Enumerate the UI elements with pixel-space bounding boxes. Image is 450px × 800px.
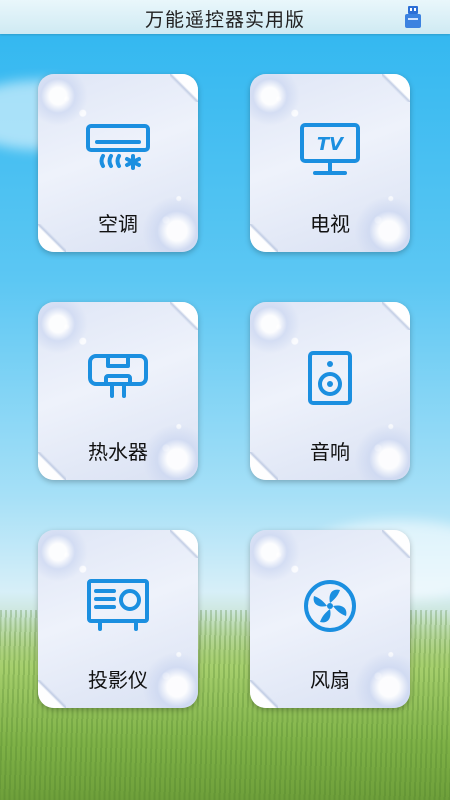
title-bar: 万能遥控器实用版 xyxy=(0,0,450,34)
tile-air-conditioner[interactable]: 空调 xyxy=(38,74,198,252)
fan-icon xyxy=(304,580,356,632)
projector-icon xyxy=(87,579,149,631)
speaker-icon xyxy=(308,351,352,405)
usb-icon[interactable] xyxy=(402,5,424,29)
tile-projector[interactable]: 投影仪 xyxy=(38,530,198,708)
tile-fan[interactable]: 风扇 xyxy=(250,530,410,708)
tile-speaker[interactable]: 音响 xyxy=(250,302,410,480)
air-conditioner-icon xyxy=(86,124,150,170)
tile-label: 风扇 xyxy=(310,668,350,692)
app-title: 万能遥控器实用版 xyxy=(144,9,305,31)
tile-label: 电视 xyxy=(310,212,350,236)
tile-label: 音响 xyxy=(310,440,350,464)
tile-label: 空调 xyxy=(98,212,138,236)
tile-label: 投影仪 xyxy=(88,668,148,692)
tile-tv[interactable]: TV 电视 xyxy=(250,74,410,252)
tile-water-heater[interactable]: 热水器 xyxy=(38,302,198,480)
svg-text:TV: TV xyxy=(317,134,345,155)
tile-label: 热水器 xyxy=(88,440,148,464)
tv-icon: TV xyxy=(300,123,360,175)
water-heater-icon xyxy=(88,354,148,398)
